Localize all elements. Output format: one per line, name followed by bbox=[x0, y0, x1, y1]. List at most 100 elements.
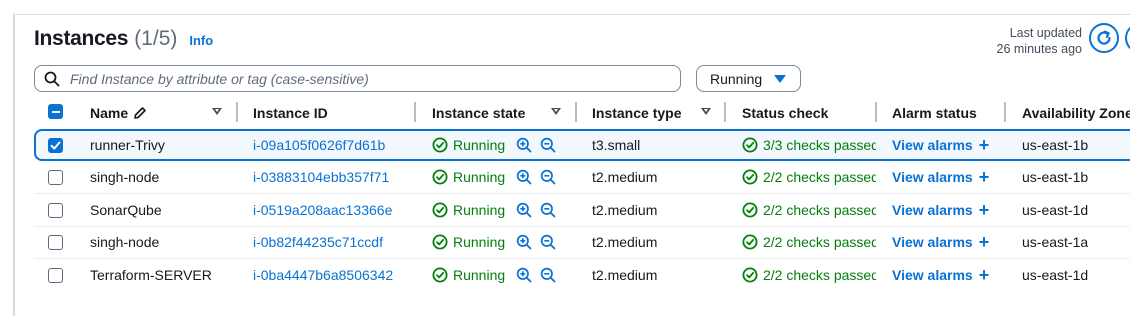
instance-state-label: Running bbox=[453, 267, 506, 283]
state-actions bbox=[516, 202, 564, 218]
view-alarms-link[interactable]: View alarms + bbox=[892, 201, 1002, 219]
status-check: 2/2 checks passed bbox=[742, 233, 876, 251]
plus-icon[interactable]: + bbox=[979, 201, 990, 219]
zoom-in-icon[interactable] bbox=[516, 137, 532, 153]
view-alarms-label: View alarms bbox=[892, 234, 973, 250]
view-alarms-link[interactable]: View alarms + bbox=[892, 233, 1002, 251]
search-input[interactable]: Find Instance by attribute or tag (case-… bbox=[34, 65, 681, 92]
check-circle-icon bbox=[742, 234, 758, 250]
state-actions bbox=[516, 169, 564, 185]
availability-zone: us-east-1d bbox=[1022, 202, 1089, 218]
refresh-button[interactable] bbox=[1089, 23, 1119, 53]
zoom-out-icon[interactable] bbox=[540, 202, 556, 218]
column-header-status-check[interactable]: Status check bbox=[742, 100, 828, 125]
column-instance-id-label: Instance ID bbox=[253, 104, 328, 121]
container-left-border bbox=[13, 14, 15, 316]
row-checkbox[interactable] bbox=[48, 235, 63, 250]
check-circle-icon bbox=[432, 202, 448, 218]
column-separator bbox=[575, 102, 577, 122]
zoom-out-icon[interactable] bbox=[540, 137, 556, 153]
availability-zone: us-east-1b bbox=[1022, 169, 1089, 185]
row-checkbox[interactable] bbox=[48, 203, 63, 218]
instance-state: Running bbox=[432, 233, 512, 251]
row-checkbox[interactable] bbox=[48, 170, 63, 185]
view-alarms-label: View alarms bbox=[892, 137, 973, 153]
zoom-out-icon[interactable] bbox=[540, 234, 556, 250]
check-circle-icon bbox=[742, 202, 758, 218]
column-header-availability-zone[interactable]: Availability Zone bbox=[1022, 100, 1130, 125]
edit-icon bbox=[134, 106, 146, 119]
info-link[interactable]: Info bbox=[189, 33, 213, 48]
status-check-label: 2/2 checks passed bbox=[763, 202, 876, 218]
zoom-in-icon[interactable] bbox=[516, 202, 532, 218]
last-updated-value: 26 minutes ago bbox=[996, 42, 1082, 56]
instance-type: t2.medium bbox=[592, 169, 658, 185]
instance-type: t2.medium bbox=[592, 267, 658, 283]
check-circle-icon bbox=[432, 234, 448, 250]
column-separator bbox=[1004, 102, 1006, 122]
column-header-alarm-status[interactable]: Alarm status bbox=[892, 100, 977, 125]
row-checkbox[interactable] bbox=[48, 268, 63, 283]
instance-type: t3.small bbox=[592, 137, 641, 153]
sort-icon[interactable] bbox=[212, 108, 222, 115]
instance-state-label: Running bbox=[453, 137, 506, 153]
state-filter-value: Running bbox=[710, 70, 763, 87]
column-availability-zone-label: Availability Zone bbox=[1022, 104, 1130, 121]
zoom-in-icon[interactable] bbox=[516, 234, 532, 250]
select-all-checkbox[interactable] bbox=[48, 104, 63, 119]
availability-zone: us-east-1b bbox=[1022, 137, 1089, 153]
container-top-border bbox=[13, 14, 1130, 15]
instance-id-link[interactable]: i-0519a208aac13366e bbox=[253, 201, 408, 219]
page-header: Instances (1/5) Info bbox=[34, 27, 213, 51]
check-circle-icon bbox=[432, 169, 448, 185]
instance-id-link[interactable]: i-09a105f0626f7d61b bbox=[253, 136, 408, 154]
instance-name: Terraform-SERVER bbox=[90, 267, 212, 283]
instance-name: runner-Trivy bbox=[90, 137, 165, 153]
instance-id-link[interactable]: i-0b82f44235c71ccdf bbox=[253, 233, 408, 251]
status-check-label: 3/3 checks passed bbox=[763, 137, 876, 153]
zoom-in-icon[interactable] bbox=[516, 169, 532, 185]
instance-id-link[interactable]: i-0ba4447b6a8506342 bbox=[253, 266, 408, 284]
zoom-out-icon[interactable] bbox=[540, 267, 556, 283]
zoom-in-icon[interactable] bbox=[516, 267, 532, 283]
view-alarms-link[interactable]: View alarms + bbox=[892, 136, 1002, 154]
status-check-label: 2/2 checks passed bbox=[763, 234, 876, 250]
column-alarm-status-label: Alarm status bbox=[892, 104, 977, 121]
sort-icon[interactable] bbox=[701, 108, 711, 115]
state-actions bbox=[516, 267, 564, 283]
search-icon bbox=[44, 71, 60, 86]
instance-name: singh-node bbox=[90, 234, 160, 250]
actions-button[interactable] bbox=[1125, 23, 1130, 53]
check-circle-icon bbox=[432, 267, 448, 283]
plus-icon[interactable]: + bbox=[979, 233, 990, 251]
last-updated-label: Last updated bbox=[1009, 26, 1082, 40]
column-header-instance-state[interactable]: Instance state bbox=[432, 100, 525, 125]
column-header-instance-id[interactable]: Instance ID bbox=[253, 100, 328, 125]
instance-id-link[interactable]: i-03883104ebb357f71 bbox=[253, 168, 408, 186]
view-alarms-link[interactable]: View alarms + bbox=[892, 168, 1002, 186]
state-filter-select[interactable]: Running bbox=[696, 65, 801, 92]
availability-zone: us-east-1d bbox=[1022, 267, 1089, 283]
column-instance-state-label: Instance state bbox=[432, 104, 526, 121]
plus-icon[interactable]: + bbox=[979, 136, 990, 154]
sort-icon[interactable] bbox=[551, 108, 561, 115]
instance-name: singh-node bbox=[90, 169, 160, 185]
instance-state: Running bbox=[432, 168, 512, 186]
view-alarms-label: View alarms bbox=[892, 169, 973, 185]
column-header-name[interactable]: Name bbox=[90, 100, 148, 125]
status-check: 3/3 checks passed bbox=[742, 136, 876, 154]
view-alarms-link[interactable]: View alarms + bbox=[892, 266, 1002, 284]
row-checkbox[interactable] bbox=[48, 138, 63, 153]
plus-icon[interactable]: + bbox=[979, 168, 990, 186]
status-check: 2/2 checks passed bbox=[742, 201, 876, 219]
zoom-out-icon[interactable] bbox=[540, 169, 556, 185]
check-circle-icon bbox=[432, 137, 448, 153]
plus-icon[interactable]: + bbox=[979, 266, 990, 284]
view-alarms-label: View alarms bbox=[892, 267, 973, 283]
caret-down-icon bbox=[774, 74, 787, 83]
column-name-label: Name bbox=[90, 104, 129, 121]
availability-zone: us-east-1a bbox=[1022, 234, 1089, 250]
view-alarms-label: View alarms bbox=[892, 202, 973, 218]
column-header-instance-type[interactable]: Instance type bbox=[592, 100, 681, 125]
check-circle-icon bbox=[742, 267, 758, 283]
